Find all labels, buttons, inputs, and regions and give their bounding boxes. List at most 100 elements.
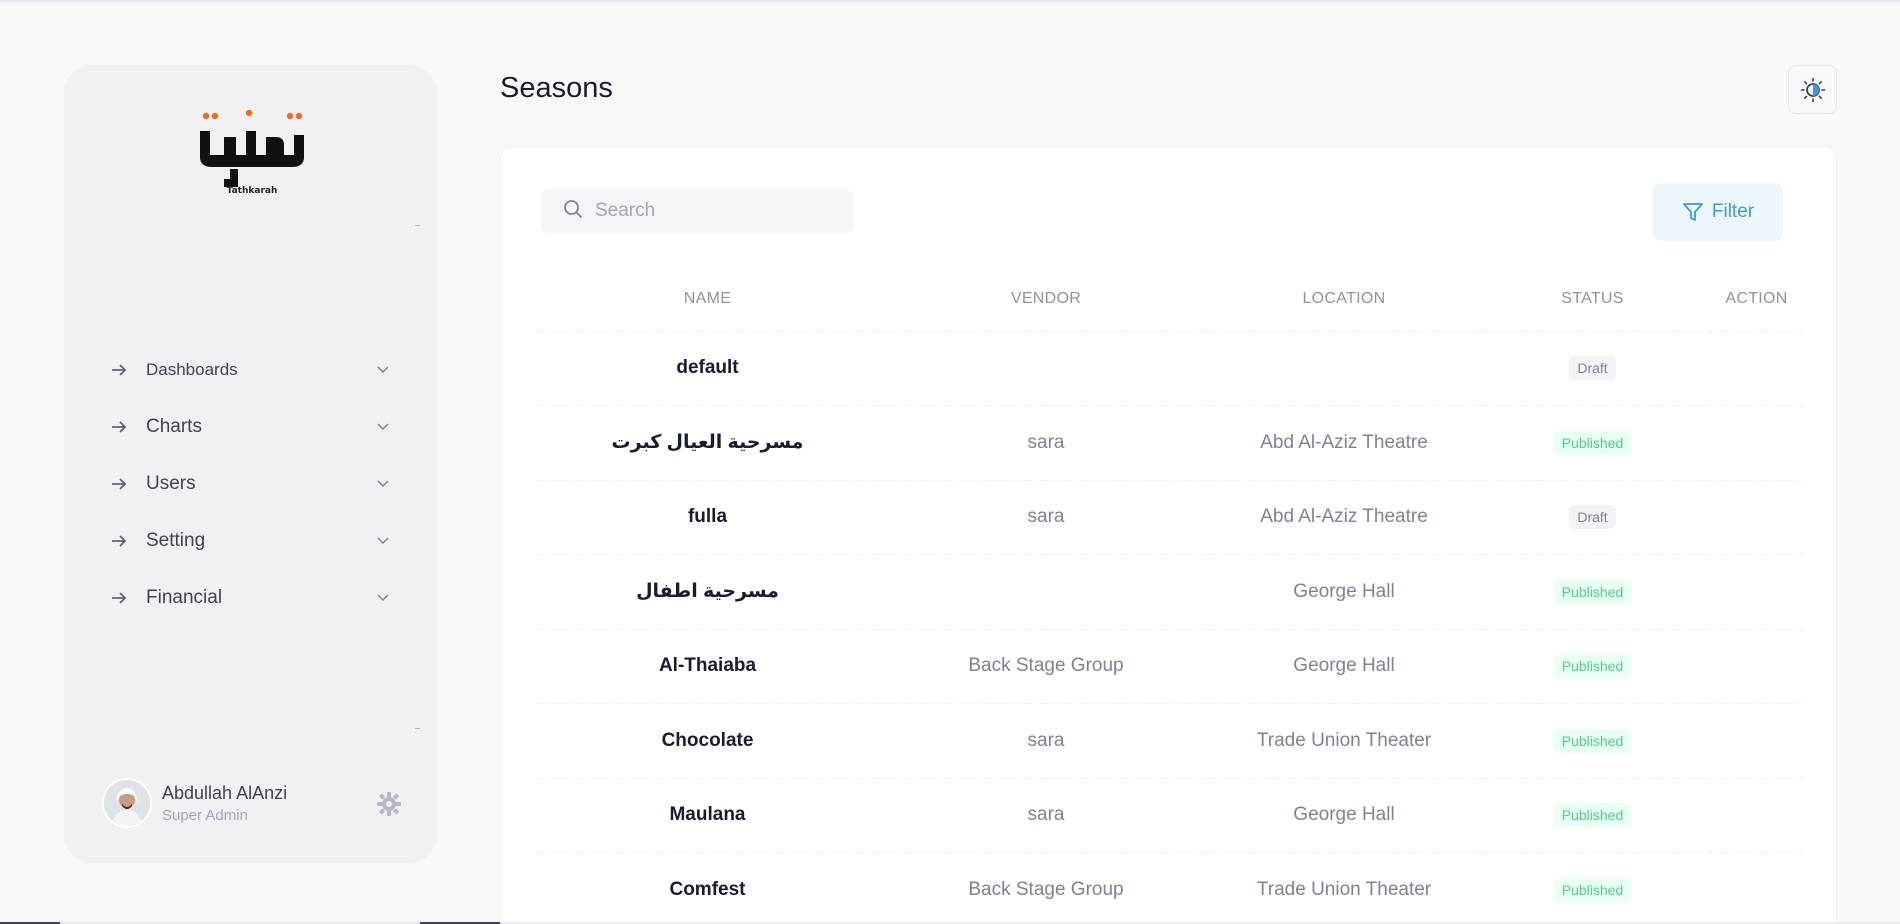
table-row[interactable]: fulla sara Abd Al-Aziz Theatre Draft: [536, 480, 1803, 555]
filter-icon: [1682, 203, 1703, 221]
season-action[interactable]: [1710, 852, 1803, 924]
season-location: Trade Union Theater: [1213, 703, 1475, 779]
divider-mark: [415, 728, 420, 729]
season-location: George Hall: [1213, 554, 1475, 630]
arrow-right-icon: [110, 418, 128, 436]
status-badge: Published: [1553, 728, 1632, 753]
season-location: Trade Union Theater: [1213, 852, 1475, 924]
arrow-right-icon: [110, 589, 128, 607]
status-badge: Draft: [1569, 356, 1616, 381]
sidebar-item-charts[interactable]: Charts: [110, 398, 390, 455]
chevron-down-icon[interactable]: [376, 477, 390, 491]
season-action[interactable]: [1710, 778, 1803, 853]
arrow-right-icon: [110, 532, 128, 550]
season-vendor: sara: [879, 405, 1213, 481]
chevron-down-icon[interactable]: [376, 534, 390, 548]
season-action[interactable]: [1710, 331, 1803, 406]
season-status: Draft: [1475, 480, 1710, 555]
season-action[interactable]: [1710, 703, 1803, 779]
status-badge: Draft: [1569, 505, 1616, 530]
user-name: Abdullah AlAnzi: [162, 782, 288, 803]
season-name[interactable]: Al-Thaiaba: [536, 629, 879, 704]
seasons-card: Filter NAME VENDOR LOCATION STATUS ACTIO…: [500, 146, 1837, 924]
season-action[interactable]: [1710, 629, 1803, 704]
column-header-status[interactable]: STATUS: [1475, 267, 1710, 332]
table-row[interactable]: default Draft: [536, 331, 1803, 406]
sidebar-item-label: Setting: [146, 529, 206, 551]
gear-icon[interactable]: [376, 791, 402, 817]
top-border: [0, 0, 1900, 2]
sidebar-item-label: Charts: [146, 415, 202, 437]
logo-mark: Tathkarah: [200, 109, 304, 196]
table-row[interactable]: مسرحية اطفال George Hall Published: [536, 554, 1803, 630]
sun-icon: [1800, 77, 1825, 102]
season-vendor: sara: [879, 480, 1213, 555]
season-name[interactable]: مسرحية اطفال: [536, 554, 879, 630]
season-name[interactable]: مسرحية العيال كبرت: [536, 405, 879, 481]
user-role: Super Admin: [162, 806, 248, 824]
table-row[interactable]: مسرحية العيال كبرت sara Abd Al-Aziz Thea…: [536, 405, 1803, 481]
sidebar: Tathkarah Dashboards Charts Users Settin…: [64, 65, 437, 863]
tathkarah-logo[interactable]: Tathkarah: [194, 107, 310, 197]
table-row[interactable]: Al-Thaiaba Back Stage Group George Hall …: [536, 629, 1803, 704]
season-status: Published: [1475, 629, 1710, 704]
season-vendor: [879, 554, 1213, 630]
season-status: Draft: [1475, 331, 1710, 406]
search-icon: [563, 199, 583, 224]
season-location: George Hall: [1213, 778, 1475, 853]
season-location: Abd Al-Aziz Theatre: [1213, 405, 1475, 481]
season-vendor: Back Stage Group: [879, 629, 1213, 704]
avatar[interactable]: [102, 778, 152, 828]
seasons-table: NAME VENDOR LOCATION STATUS ACTION defau…: [536, 267, 1803, 924]
season-status: Published: [1475, 778, 1710, 853]
user-profile[interactable]: Abdullah AlAnzi Super Admin: [102, 775, 402, 831]
table-row[interactable]: Chocolate sara Trade Union Theater Publi…: [536, 703, 1803, 779]
chevron-down-icon[interactable]: [376, 591, 390, 605]
season-status: Published: [1475, 554, 1710, 630]
sidebar-item-label: Financial: [146, 586, 223, 608]
divider-mark: [415, 225, 420, 226]
theme-toggle-button[interactable]: [1788, 65, 1837, 114]
filter-label: Filter: [1711, 201, 1755, 222]
sidebar-nav: Dashboards Charts Users Setting Financia…: [110, 341, 390, 626]
logo-subtitle: Tathkarah: [227, 186, 278, 196]
season-name[interactable]: fulla: [536, 480, 879, 555]
status-badge: Published: [1553, 579, 1632, 604]
season-action[interactable]: [1710, 480, 1803, 555]
status-badge: Published: [1553, 803, 1632, 828]
sidebar-item-dashboards[interactable]: Dashboards: [110, 341, 390, 398]
sidebar-item-financial[interactable]: Financial: [110, 569, 390, 626]
season-name[interactable]: Comfest: [536, 852, 879, 924]
season-vendor: [879, 331, 1213, 406]
table-row[interactable]: Maulana sara George Hall Published: [536, 778, 1803, 853]
table-row[interactable]: Comfest Back Stage Group Trade Union The…: [536, 852, 1803, 924]
sidebar-item-label: Dashboards: [146, 359, 238, 379]
column-header-vendor[interactable]: VENDOR: [879, 267, 1213, 332]
season-location: Abd Al-Aziz Theatre: [1213, 480, 1475, 555]
sidebar-item-label: Users: [146, 472, 196, 494]
season-status: Published: [1475, 703, 1710, 779]
table-header-row: NAME VENDOR LOCATION STATUS ACTION: [536, 267, 1803, 332]
season-action[interactable]: [1710, 554, 1803, 630]
season-name[interactable]: Chocolate: [536, 703, 879, 779]
chevron-down-icon[interactable]: [376, 363, 390, 377]
column-header-location[interactable]: LOCATION: [1213, 267, 1475, 332]
column-header-name[interactable]: NAME: [536, 267, 879, 332]
arrow-right-icon: [110, 361, 128, 379]
chevron-down-icon[interactable]: [376, 420, 390, 434]
season-vendor: sara: [879, 778, 1213, 853]
search-input[interactable]: [595, 200, 815, 222]
season-location: George Hall: [1213, 629, 1475, 704]
search-box[interactable]: [541, 189, 854, 233]
season-vendor: sara: [879, 703, 1213, 779]
column-header-action: ACTION: [1710, 267, 1803, 332]
season-name[interactable]: default: [536, 331, 879, 406]
status-badge: Published: [1553, 430, 1632, 455]
filter-button[interactable]: Filter: [1653, 183, 1783, 241]
season-action[interactable]: [1710, 405, 1803, 481]
season-name[interactable]: Maulana: [536, 778, 879, 853]
status-badge: Published: [1553, 877, 1632, 902]
season-vendor: Back Stage Group: [879, 852, 1213, 924]
sidebar-item-setting[interactable]: Setting: [110, 512, 390, 569]
sidebar-item-users[interactable]: Users: [110, 455, 390, 512]
